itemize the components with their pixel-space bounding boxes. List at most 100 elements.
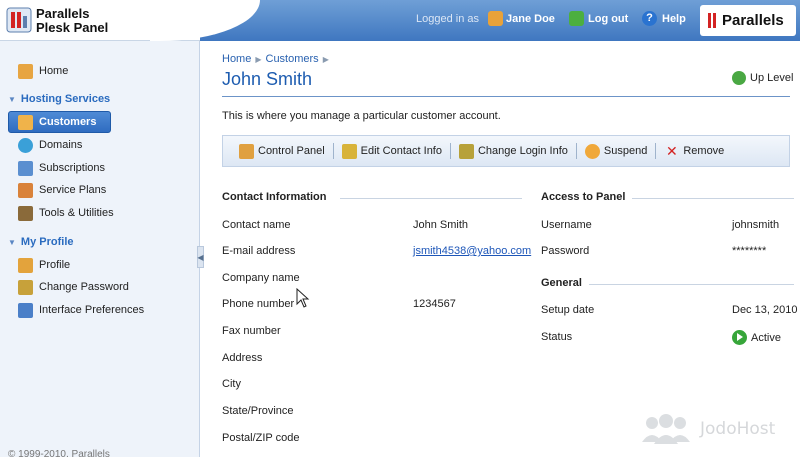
app-title: Parallels Plesk Panel	[36, 7, 108, 35]
company-name-label: Company name	[222, 272, 300, 284]
toolbar-divider	[449, 143, 451, 159]
active-status-icon	[732, 330, 747, 345]
address-label: Address	[222, 352, 263, 364]
parallels-bars-icon	[708, 13, 716, 28]
contact-name-value: John Smith	[413, 219, 469, 231]
sidebar-item-home[interactable]: Home	[18, 62, 68, 80]
collapse-triangle-icon: ▼	[8, 237, 16, 247]
toolbar-divider	[332, 143, 334, 159]
state-label: State/Province	[222, 405, 294, 417]
edit-contact-info-button[interactable]: Edit Contact Info	[336, 141, 448, 161]
sidebar-item-label: Change Password	[39, 281, 129, 293]
jodohost-watermark: JodoHost	[640, 414, 775, 444]
password-value: ********	[732, 245, 767, 257]
breadcrumb-arrow-icon: ▶	[255, 55, 262, 64]
logout-icon[interactable]	[569, 11, 584, 26]
suspend-button[interactable]: Suspend	[579, 141, 653, 161]
setup-date-label: Setup date	[541, 304, 595, 316]
sidebar-group-label: My Profile	[20, 236, 74, 248]
remove-button[interactable]: ✕ Remove	[658, 141, 730, 161]
sidebar-item-customers[interactable]: Customers	[8, 111, 111, 133]
user-icon	[488, 11, 503, 26]
contact-info-title: Contact Information	[222, 191, 327, 203]
sidebar-item-label: Domains	[39, 139, 83, 151]
title-divider	[222, 96, 790, 97]
main-content: Home ▶ Customers ▶ John Smith Up Level This…	[204, 41, 800, 457]
subscriptions-icon	[18, 160, 33, 176]
status-badge: Active	[732, 330, 781, 345]
username-label: Username	[541, 219, 592, 231]
sidebar-group-profile[interactable]: ▼ My Profile	[8, 236, 74, 248]
toolbar-label: Control Panel	[258, 145, 325, 157]
breadcrumb-home-link[interactable]: Home	[222, 53, 251, 65]
sidebar-item-label: Tools & Utilities	[39, 207, 114, 219]
suspend-icon	[584, 143, 600, 159]
preferences-icon	[18, 302, 33, 318]
app-title-line1: Parallels	[36, 6, 90, 21]
section-divider	[589, 284, 794, 285]
toolbar-divider	[655, 143, 657, 159]
tools-icon	[18, 205, 33, 221]
control-panel-icon	[239, 143, 254, 159]
sidebar-item-label: Customers	[39, 116, 97, 128]
username-value: johnsmith	[732, 219, 780, 231]
page-title: John Smith	[222, 69, 313, 89]
phone-value: 1234567	[413, 298, 456, 310]
help-link[interactable]: Help	[662, 13, 686, 25]
copyright-text: © 1999-2010, Parallels	[8, 449, 110, 457]
app-title-line2: Plesk Panel	[36, 20, 109, 35]
city-label: City	[222, 378, 241, 390]
sidebar-item-profile[interactable]: Profile	[18, 256, 70, 274]
customers-icon	[18, 114, 33, 130]
parallels-brand: Parallels	[700, 5, 796, 36]
sidebar-item-change-password[interactable]: Change Password	[18, 278, 129, 296]
up-arrow-icon	[732, 71, 746, 85]
sidebar-collapse-handle[interactable]: ◀	[197, 246, 204, 268]
status-label: Status	[541, 331, 573, 343]
parallels-brand-text: Parallels	[722, 12, 784, 29]
key-icon	[18, 279, 33, 295]
people-icon	[642, 414, 690, 444]
sidebar-item-tools[interactable]: Tools & Utilities	[18, 204, 114, 222]
fax-label: Fax number	[222, 325, 281, 337]
general-title: General	[541, 277, 582, 289]
collapse-triangle-icon: ▼	[8, 94, 16, 104]
sidebar-item-label: Subscriptions	[39, 162, 106, 174]
breadcrumb: Home ▶ Customers ▶	[222, 53, 333, 65]
sidebar-item-label: Home	[39, 65, 69, 77]
email-link[interactable]: jsmith4538@yahoo.com	[413, 245, 531, 257]
toolbar-divider	[575, 143, 577, 159]
page-description: This is where you manage a particular cu…	[222, 110, 501, 122]
watermark-text: JodoHost	[700, 419, 776, 439]
user-name-link[interactable]: Jane Doe	[506, 13, 555, 25]
sidebar-item-label: Interface Preferences	[39, 304, 145, 316]
email-label: E-mail address	[222, 245, 296, 257]
edit-icon	[341, 143, 357, 159]
logout-link[interactable]: Log out	[588, 13, 628, 25]
breadcrumb-arrow-icon: ▶	[322, 55, 329, 64]
sidebar-group-hosting[interactable]: ▼ Hosting Services	[8, 93, 110, 105]
sidebar-group-label: Hosting Services	[20, 93, 111, 105]
breadcrumb-customers-link[interactable]: Customers	[266, 53, 319, 65]
toolbar-label: Remove	[683, 145, 725, 157]
phone-label: Phone number	[222, 298, 295, 310]
sidebar-item-service-plans[interactable]: Service Plans	[18, 181, 106, 199]
section-divider	[632, 198, 794, 199]
help-icon[interactable]: ?	[642, 11, 657, 26]
section-divider	[340, 198, 522, 199]
sidebar-item-subscriptions[interactable]: Subscriptions	[18, 159, 105, 177]
sidebar-item-interface-preferences[interactable]: Interface Preferences	[18, 301, 144, 319]
sidebar-item-label: Profile	[39, 259, 71, 271]
login-info-icon	[458, 143, 474, 159]
profile-icon	[18, 257, 33, 273]
remove-x-icon: ✕	[665, 142, 678, 159]
up-level-button[interactable]: Up Level	[732, 71, 793, 85]
toolbar-label: Edit Contact Info	[360, 145, 442, 157]
status-value: Active	[751, 331, 781, 344]
setup-date-value: Dec 13, 2010	[732, 304, 798, 316]
control-panel-button[interactable]: Control Panel	[233, 141, 331, 161]
change-login-info-button[interactable]: Change Login Info	[453, 141, 574, 161]
access-panel-title: Access to Panel	[541, 191, 626, 203]
sidebar-item-domains[interactable]: Domains	[18, 136, 82, 154]
domains-icon	[18, 137, 33, 153]
